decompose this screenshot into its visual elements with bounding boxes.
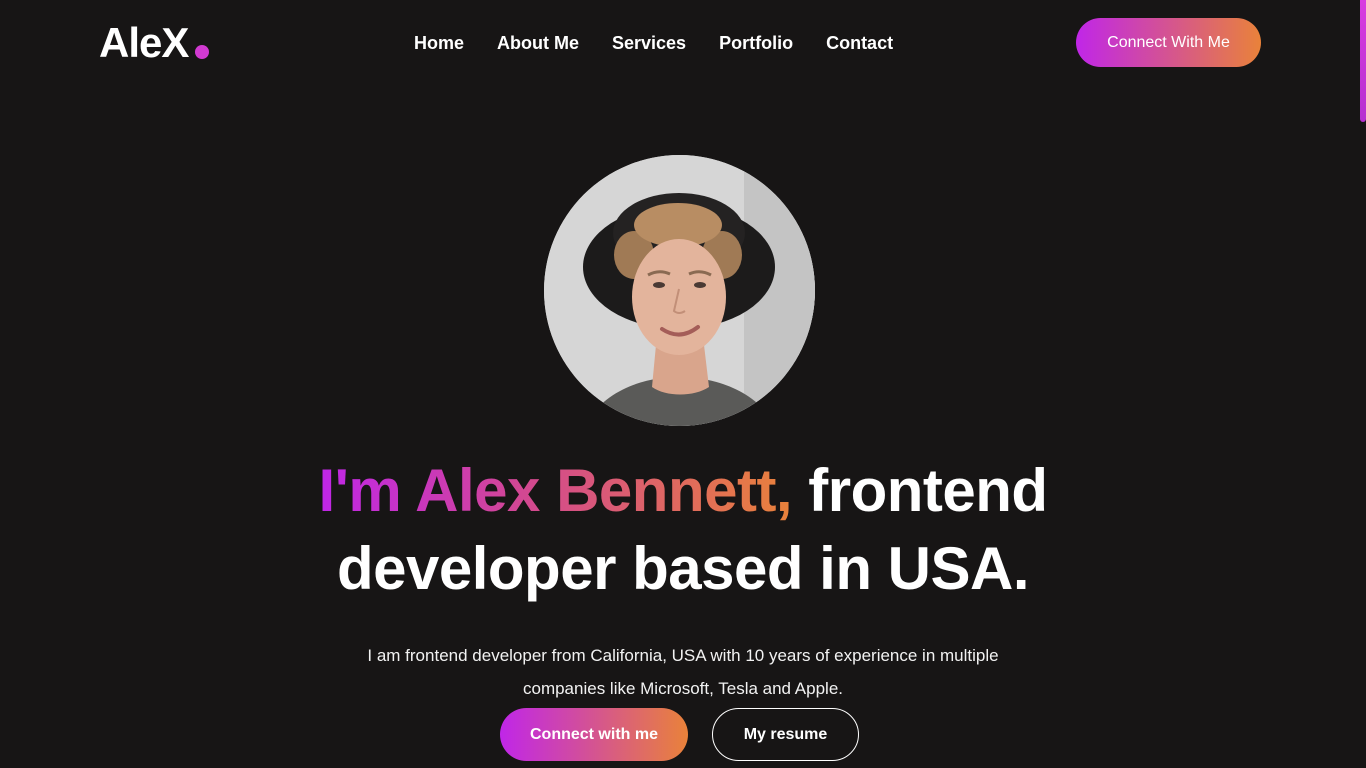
nav-services-link[interactable]: Services xyxy=(612,31,686,55)
logo[interactable]: AleX xyxy=(99,22,189,64)
page-scrollbar[interactable] xyxy=(1358,0,1366,768)
headline-name-highlight: I'm Alex Bennett, xyxy=(318,457,793,524)
logo-dot xyxy=(195,45,209,59)
nav-contact-link[interactable]: Contact xyxy=(826,31,893,55)
nav-about-link[interactable]: About Me xyxy=(497,31,579,55)
hero-headline: I'm Alex Bennett, frontend developer bas… xyxy=(0,452,1366,608)
scrollbar-thumb[interactable] xyxy=(1360,0,1366,122)
profile-photo xyxy=(544,155,815,426)
my-resume-button[interactable]: My resume xyxy=(712,708,859,761)
header-connect-button[interactable]: Connect With Me xyxy=(1076,18,1261,67)
headline-role-text: frontend xyxy=(792,457,1048,524)
main-nav: Home About Me Services Portfolio Contact xyxy=(414,31,893,55)
connect-with-me-button[interactable]: Connect with me xyxy=(500,708,688,761)
hero-description: I am frontend developer from California,… xyxy=(367,646,999,698)
landing-page: AleX Home About Me Services Portfolio Co… xyxy=(0,0,1366,768)
nav-portfolio-link[interactable]: Portfolio xyxy=(719,31,793,55)
headline-location-text: developer based in USA. xyxy=(336,535,1030,602)
nav-home-link[interactable]: Home xyxy=(414,31,464,55)
